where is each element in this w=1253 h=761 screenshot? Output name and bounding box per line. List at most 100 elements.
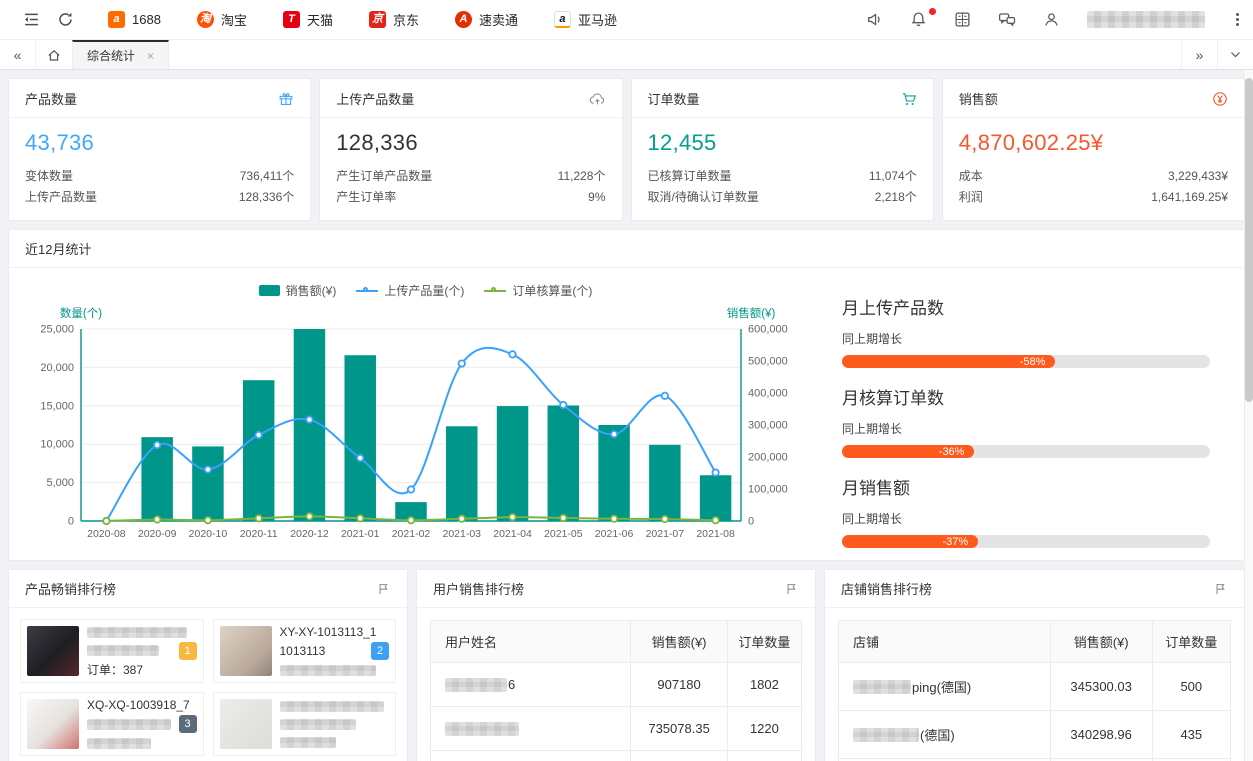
svg-text:300,000: 300,000 (748, 420, 788, 432)
product-card-2[interactable]: XY-XY-1013113_110131132 (213, 619, 397, 683)
stat-row-label: 产生订单产品数量 (336, 166, 432, 187)
svg-text:0: 0 (68, 516, 74, 528)
redacted-text (280, 719, 356, 730)
legend-item-1[interactable]: 上传产品量(个) (356, 282, 464, 299)
support-chat-icon[interactable] (998, 11, 1016, 28)
stat-row-value: 2,218个 (875, 187, 917, 208)
table-row[interactable]: 69071801802 (431, 663, 802, 707)
stat-row-label: 上传产品数量 (25, 187, 97, 208)
redacted-text (87, 627, 187, 638)
growth-item-1: 月核算订单数同上期增长-36% (842, 384, 1210, 458)
stat-main-value: 43,736 (25, 130, 294, 156)
stat-card-title: 订单数量 (648, 89, 700, 108)
store-ranking-panel: 店铺销售排行榜 店铺销售额(¥)订单数量ping(德国)345300.03500… (824, 569, 1245, 761)
svg-text:2021-04: 2021-04 (493, 528, 532, 540)
table-row[interactable]: 55603264.131129 (431, 751, 802, 761)
svg-text:2020-10: 2020-10 (189, 528, 228, 540)
tabs-collapse-icon[interactable]: « (0, 40, 36, 69)
tab-close-icon[interactable]: × (147, 49, 154, 63)
platform-label: 1688 (132, 12, 161, 27)
svg-text:2021-08: 2021-08 (696, 528, 735, 540)
store-ranking-table: 店铺销售额(¥)订单数量ping(德国)345300.03500(德国)3402… (838, 620, 1231, 761)
product-card-4[interactable] (213, 692, 397, 756)
growth-sublabel: 同上期增长 (842, 330, 1210, 347)
redacted-name (853, 728, 919, 742)
notification-bell-icon[interactable] (910, 11, 927, 28)
stat-row-value: 9% (588, 187, 605, 208)
platform-item-aliexpress[interactable]: A 速卖通 (455, 10, 518, 29)
product-card-3[interactable]: XQ-XQ-1003918_73 (20, 692, 204, 756)
scrollbar-thumb[interactable] (1245, 78, 1253, 402)
platform-item-1688[interactable]: a 1688 (108, 10, 161, 29)
svg-text:2021-01: 2021-01 (341, 528, 380, 540)
stat-card-uploaded: 上传产品数量 128,336 产生订单产品数量11,228个 产生订单率9% (319, 78, 622, 221)
svg-text:500,000: 500,000 (748, 356, 788, 368)
growth-progressbar: -36% (842, 445, 1210, 458)
stat-card-sales: 销售额 4,870,602.25¥ 成本3,229,433¥ 利润1,641,1… (942, 78, 1245, 221)
flag-icon[interactable] (377, 582, 391, 596)
platform-item-amazon[interactable]: a 亚马逊 (554, 10, 617, 29)
stat-row-label: 已核算订单数量 (648, 166, 732, 187)
platform-item-taobao[interactable]: 淘 淘宝 (197, 10, 247, 29)
table-row[interactable]: (德国)340298.96435 (839, 711, 1231, 759)
redacted-text (280, 701, 384, 712)
product-card-1[interactable]: 1订单：387 (20, 619, 204, 683)
home-icon[interactable] (36, 40, 72, 69)
stat-row-value: 1,641,169.25¥ (1151, 187, 1228, 208)
tab-summary-statistics[interactable]: 综合统计 × (72, 40, 169, 69)
orders-value: 435 (1152, 711, 1230, 759)
svg-text:销售额(¥): 销售额(¥) (727, 306, 776, 320)
legend-item-2[interactable]: 订单核算量(个) (484, 282, 592, 299)
table-row[interactable]: 735078.351220 (431, 707, 802, 751)
svg-text:20,000: 20,000 (40, 362, 74, 374)
growth-title: 月销售额 (842, 474, 1210, 499)
dashboard-content: 产品数量 43,736 变体数量736,411个 上传产品数量128,336个 … (0, 70, 1253, 761)
platform-item-tmall[interactable]: T 天猫 (283, 10, 333, 29)
svg-text:10,000: 10,000 (40, 439, 74, 451)
ranking-row: 产品畅销排行榜 1订单：387XY-XY-1013113_110131132XQ… (8, 569, 1245, 761)
platform-label: 京东 (393, 10, 419, 29)
growth-item-2: 月销售额同上期增长-37% (842, 474, 1210, 548)
monthly-stats-chart[interactable]: 05,00010,00015,00020,00025,0000100,00020… (15, 299, 821, 551)
window-scrollbar[interactable] (1245, 70, 1253, 761)
browser-bar: a 1688 淘 淘宝 T 天猫 京 京东 A 速卖通 a 亚马逊 (0, 0, 1253, 40)
announcement-icon[interactable] (866, 11, 883, 28)
user-ranking-panel: 用户销售排行榜 用户姓名销售额(¥)订单数量69071801802735078.… (416, 569, 816, 761)
legend-item-0[interactable]: 销售额(¥) (259, 282, 337, 299)
growth-progressbar: -58% (842, 355, 1210, 368)
platform-icon-aliexpress: A (455, 11, 472, 28)
platform-item-jd[interactable]: 京 京东 (369, 10, 419, 29)
username-redacted[interactable] (1087, 11, 1205, 28)
sales-value: 907180 (631, 663, 727, 707)
apps-grid-icon[interactable] (954, 11, 971, 28)
redacted-name (445, 722, 519, 736)
growth-item-0: 月上传产品数同上期增长 -58% (842, 294, 1210, 368)
menu-fold-icon[interactable] (14, 0, 48, 40)
user-icon[interactable] (1043, 11, 1060, 28)
user-ranking-table: 用户姓名销售额(¥)订单数量69071801802735078.35122055… (430, 620, 802, 761)
chart-area: 销售额(¥)上传产品量(个)订单核算量(个) 05,00010,00015,00… (15, 274, 836, 556)
name-suffix: (德国) (920, 725, 955, 744)
more-menu-icon[interactable] (1236, 13, 1239, 26)
stat-card-title: 上传产品数量 (336, 89, 414, 108)
growth-sublabel: 同上期增长 (842, 420, 1210, 437)
svg-text:2020-09: 2020-09 (138, 528, 177, 540)
table-row[interactable]: ping(德国)345300.03500 (839, 663, 1231, 711)
orders-value: 1802 (727, 663, 801, 707)
growth-panel: 月上传产品数同上期增长-58%月核算订单数同上期增长-36%月销售额同上期增长-… (836, 274, 1238, 556)
stat-row-label: 产生订单率 (336, 187, 396, 208)
flag-icon[interactable] (1214, 582, 1228, 596)
refresh-icon[interactable] (48, 0, 82, 40)
platform-icon-taobao: 淘 (197, 11, 214, 28)
cart-icon (901, 91, 917, 107)
flag-icon[interactable] (785, 582, 799, 596)
svg-text:25,000: 25,000 (40, 324, 74, 336)
stat-row-label: 取消/待确认订单数量 (648, 187, 759, 208)
tabs-dropdown-icon[interactable] (1217, 40, 1253, 69)
rank-badge: 1 (179, 642, 197, 660)
growth-title: 月上传产品数 (842, 294, 1210, 319)
product-image (27, 626, 79, 676)
column-header: 用户姓名 (431, 621, 631, 663)
tabs-expand-icon[interactable]: » (1181, 40, 1217, 69)
orders-value: 1220 (727, 707, 801, 751)
